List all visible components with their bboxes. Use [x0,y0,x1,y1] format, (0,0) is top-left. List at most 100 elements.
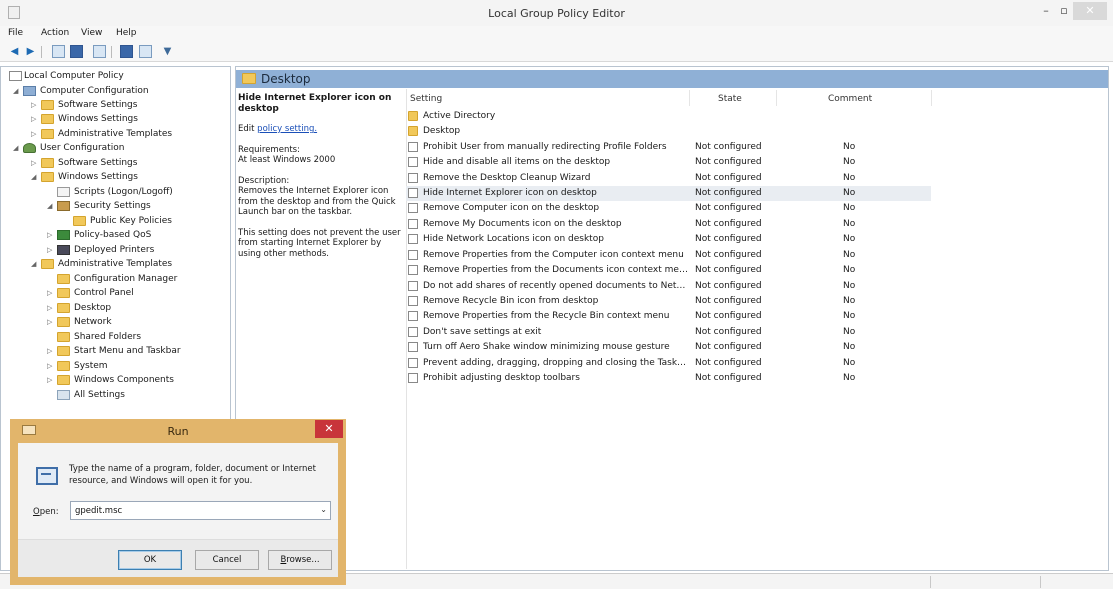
folder-icon [57,317,70,327]
policy-setting-icon [408,250,418,260]
expand-arrow-icon[interactable]: ▷ [47,231,52,239]
printer-icon [57,245,70,255]
folder-icon [57,375,70,385]
list-item-folder[interactable]: Desktop [406,124,931,139]
table-row[interactable]: Prohibit User from manually redirecting … [406,140,931,155]
table-row[interactable]: Remove Recycle Bin icon from desktop Not… [406,294,931,309]
user-icon [23,143,36,153]
expand-arrow-icon[interactable]: ▷ [47,246,52,254]
collapse-arrow-icon[interactable]: ◢ [31,173,36,181]
table-row[interactable]: Remove My Documents icon on the desktop … [406,217,931,232]
folder-icon [41,172,54,182]
folder-icon [41,114,54,124]
edit-policy-link[interactable]: policy setting. [257,124,317,134]
export-list-icon[interactable] [93,45,106,58]
back-arrow-icon[interactable]: ◀ [8,45,21,58]
collapse-arrow-icon[interactable]: ◢ [47,202,52,210]
list-item-folder[interactable]: Active Directory [406,109,931,124]
menu-bar: File Action View Help [0,26,1113,42]
run-title: Run [167,425,189,438]
expand-arrow-icon[interactable]: ▷ [47,376,52,384]
close-button[interactable]: ✕ [1073,2,1107,20]
expand-arrow-icon[interactable]: ▷ [47,304,52,312]
table-row[interactable]: Turn off Aero Shake window minimizing mo… [406,340,931,355]
description-label: Description: [238,175,290,186]
menu-file[interactable]: File [8,28,23,38]
table-row[interactable]: Remove Computer icon on the desktop Not … [406,201,931,216]
status-divider [1040,576,1041,588]
description-note: This setting does not prevent the user f… [238,227,401,259]
up-folder-icon[interactable] [52,45,65,58]
maximize-button[interactable]: ▫ [1054,2,1074,20]
expand-arrow-icon[interactable]: ▷ [47,318,52,326]
security-icon [57,201,70,211]
column-separator[interactable] [931,90,932,106]
pane-title: Desktop [261,72,311,86]
table-row-selected[interactable]: Hide Internet Explorer icon on desktop N… [406,186,931,201]
run-prompt: Type the name of a program, folder, docu… [69,464,316,486]
help-icon[interactable] [120,45,133,58]
expand-arrow-icon[interactable]: ▷ [47,347,52,355]
table-row[interactable]: Don't save settings at exit Not configur… [406,325,931,340]
settings-list-icon [57,390,70,400]
policy-setting-icon [408,157,418,167]
table-row[interactable]: Remove Properties from the Computer icon… [406,248,931,263]
details-pane: Desktop Hide Internet Explorer icon on d… [235,66,1109,571]
policy-title: Hide Internet Explorer icon on desktop [238,93,392,114]
expand-arrow-icon[interactable]: ▷ [31,101,36,109]
table-row[interactable]: Prohibit adjusting desktop toolbars Not … [406,371,931,386]
script-icon [57,187,70,197]
column-header-setting[interactable]: Setting [410,94,442,104]
run-footer: OK Cancel Browse... [18,539,338,577]
ok-button[interactable]: OK [118,550,182,570]
collapse-arrow-icon[interactable]: ◢ [13,87,18,95]
forward-arrow-icon[interactable]: ▶ [24,45,37,58]
table-row[interactable]: Remove the Desktop Cleanup Wizard Not co… [406,171,931,186]
policy-setting-icon [408,142,418,152]
expand-arrow-icon[interactable]: ▷ [47,289,52,297]
policy-setting-icon [408,234,418,244]
open-combo-box[interactable]: ⌄ [70,501,331,520]
policy-setting-icon [408,342,418,352]
folder-icon [57,288,70,298]
folder-icon [41,129,54,139]
table-row[interactable]: Remove Properties from the Recycle Bin c… [406,309,931,324]
folder-icon [57,332,70,342]
column-separator[interactable] [689,90,690,106]
minimize-button[interactable]: – [1036,2,1056,20]
column-header-comment[interactable]: Comment [828,94,872,104]
expand-arrow-icon[interactable]: ▷ [31,159,36,167]
properties-icon[interactable] [139,45,152,58]
browse-button[interactable]: Browse... [268,550,332,570]
cancel-button[interactable]: Cancel [195,550,259,570]
requirements-value: At least Windows 2000 [238,155,336,165]
title-bar: Local Group Policy Editor – ▫ ✕ [0,0,1113,26]
expand-arrow-icon[interactable]: ▷ [31,115,36,123]
run-dialog: Run ✕ Type the name of a program, folder… [10,419,346,585]
open-label: Open: [33,507,59,517]
collapse-arrow-icon[interactable]: ◢ [31,260,36,268]
table-row[interactable]: Prevent adding, dragging, dropping and c… [406,356,931,371]
menu-view[interactable]: View [81,28,102,38]
table-row[interactable]: Remove Properties from the Documents ico… [406,263,931,278]
column-separator[interactable] [776,90,777,106]
table-row[interactable]: Do not add shares of recently opened doc… [406,279,931,294]
run-close-button[interactable]: ✕ [315,420,343,438]
expand-arrow-icon[interactable]: ▷ [31,130,36,138]
column-header-state[interactable]: State [718,94,742,104]
chevron-down-icon[interactable]: ⌄ [320,505,327,514]
show-hide-tree-icon[interactable] [70,45,83,58]
policy-setting-icon [408,373,418,383]
menu-action[interactable]: Action [41,28,69,38]
menu-help[interactable]: Help [116,28,137,38]
policy-setting-icon [408,188,418,198]
folder-icon [57,274,70,284]
expand-arrow-icon[interactable]: ▷ [47,362,52,370]
table-row[interactable]: Hide and disable all items on the deskto… [406,155,931,170]
folder-icon [408,126,418,136]
open-input[interactable] [75,504,303,518]
table-row[interactable]: Hide Network Locations icon on desktop N… [406,232,931,247]
collapse-arrow-icon[interactable]: ◢ [13,144,18,152]
edit-policy-line: Edit policy setting. [238,124,318,134]
filter-icon[interactable]: ▼ [161,45,174,58]
